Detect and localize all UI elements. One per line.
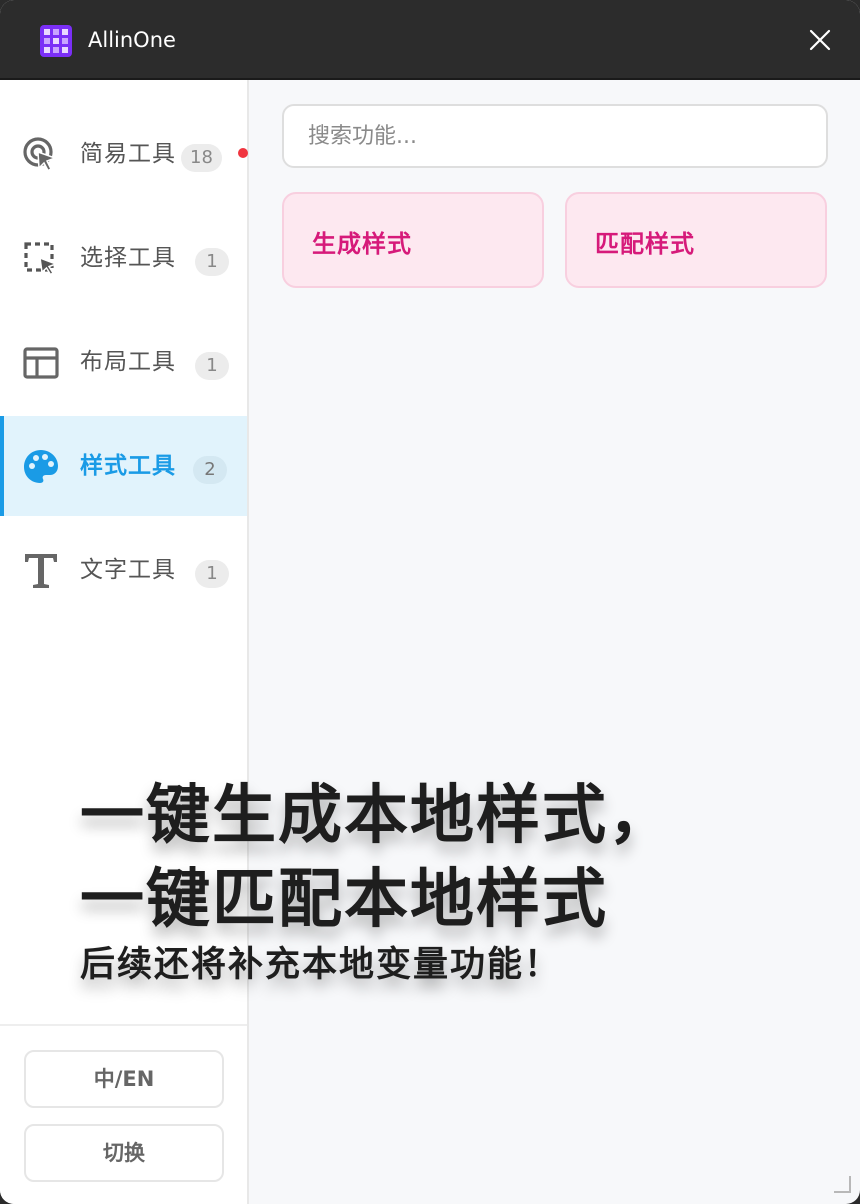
sidebar-item-style-tools[interactable]: 样式工具 2	[0, 416, 247, 516]
sidebar-item-label: 布局工具	[80, 349, 176, 375]
search-box[interactable]	[282, 104, 828, 168]
match-styles-card[interactable]: 匹配样式	[565, 192, 827, 288]
generate-styles-card[interactable]: 生成样式	[282, 192, 544, 288]
sidebar-item-label: 文字工具	[80, 557, 176, 583]
sidebar: 简易工具 18 选择工具 1 布局工具 1 样式工具 2 文字工具 1 中/EN…	[0, 80, 249, 1204]
main-panel: 生成样式 匹配样式	[249, 80, 860, 1204]
grid-logo-icon	[40, 25, 72, 57]
notification-dot	[238, 148, 248, 158]
close-icon	[809, 29, 831, 51]
count-badge: 1	[195, 560, 229, 588]
sidebar-item-label: 选择工具	[80, 245, 176, 271]
count-badge: 1	[195, 248, 229, 276]
card-label: 匹配样式	[595, 230, 695, 258]
palette-icon	[24, 450, 58, 483]
resize-grip-icon[interactable]	[832, 1174, 852, 1194]
app-title: AllinOne	[88, 28, 176, 52]
switch-button[interactable]: 切换	[24, 1124, 224, 1182]
layout-icon	[23, 347, 59, 379]
promo-headline-1: 一键生成本地样式，	[80, 779, 674, 853]
promo-headline-2: 一键匹配本地样式	[80, 863, 608, 937]
sidebar-item-label: 简易工具	[80, 141, 176, 167]
sidebar-item-label: 样式工具	[80, 453, 176, 479]
close-button[interactable]	[800, 20, 840, 60]
title-bar[interactable]: AllinOne	[0, 0, 860, 80]
text-t-icon	[25, 554, 57, 588]
app-window: AllinOne 简易工具 18 选择工具 1 布局工具 1 样式工具 2 文字…	[0, 0, 860, 1204]
promo-subline: 后续还将补充本地变量功能！	[80, 945, 562, 985]
dashed-select-icon	[24, 242, 59, 276]
sidebar-item-select-tools[interactable]: 选择工具 1	[0, 208, 247, 308]
language-toggle-button[interactable]: 中/EN	[24, 1050, 224, 1108]
count-badge: 1	[195, 352, 229, 380]
count-badge: 18	[181, 144, 222, 172]
pointer-click-icon	[23, 137, 58, 172]
search-input[interactable]	[284, 106, 826, 166]
sidebar-footer: 中/EN 切换	[0, 1024, 247, 1204]
sidebar-item-simple-tools[interactable]: 简易工具 18	[0, 104, 247, 204]
count-badge: 2	[193, 456, 227, 484]
sidebar-item-layout-tools[interactable]: 布局工具 1	[0, 312, 247, 412]
card-label: 生成样式	[312, 230, 412, 258]
sidebar-item-text-tools[interactable]: 文字工具 1	[0, 520, 247, 620]
